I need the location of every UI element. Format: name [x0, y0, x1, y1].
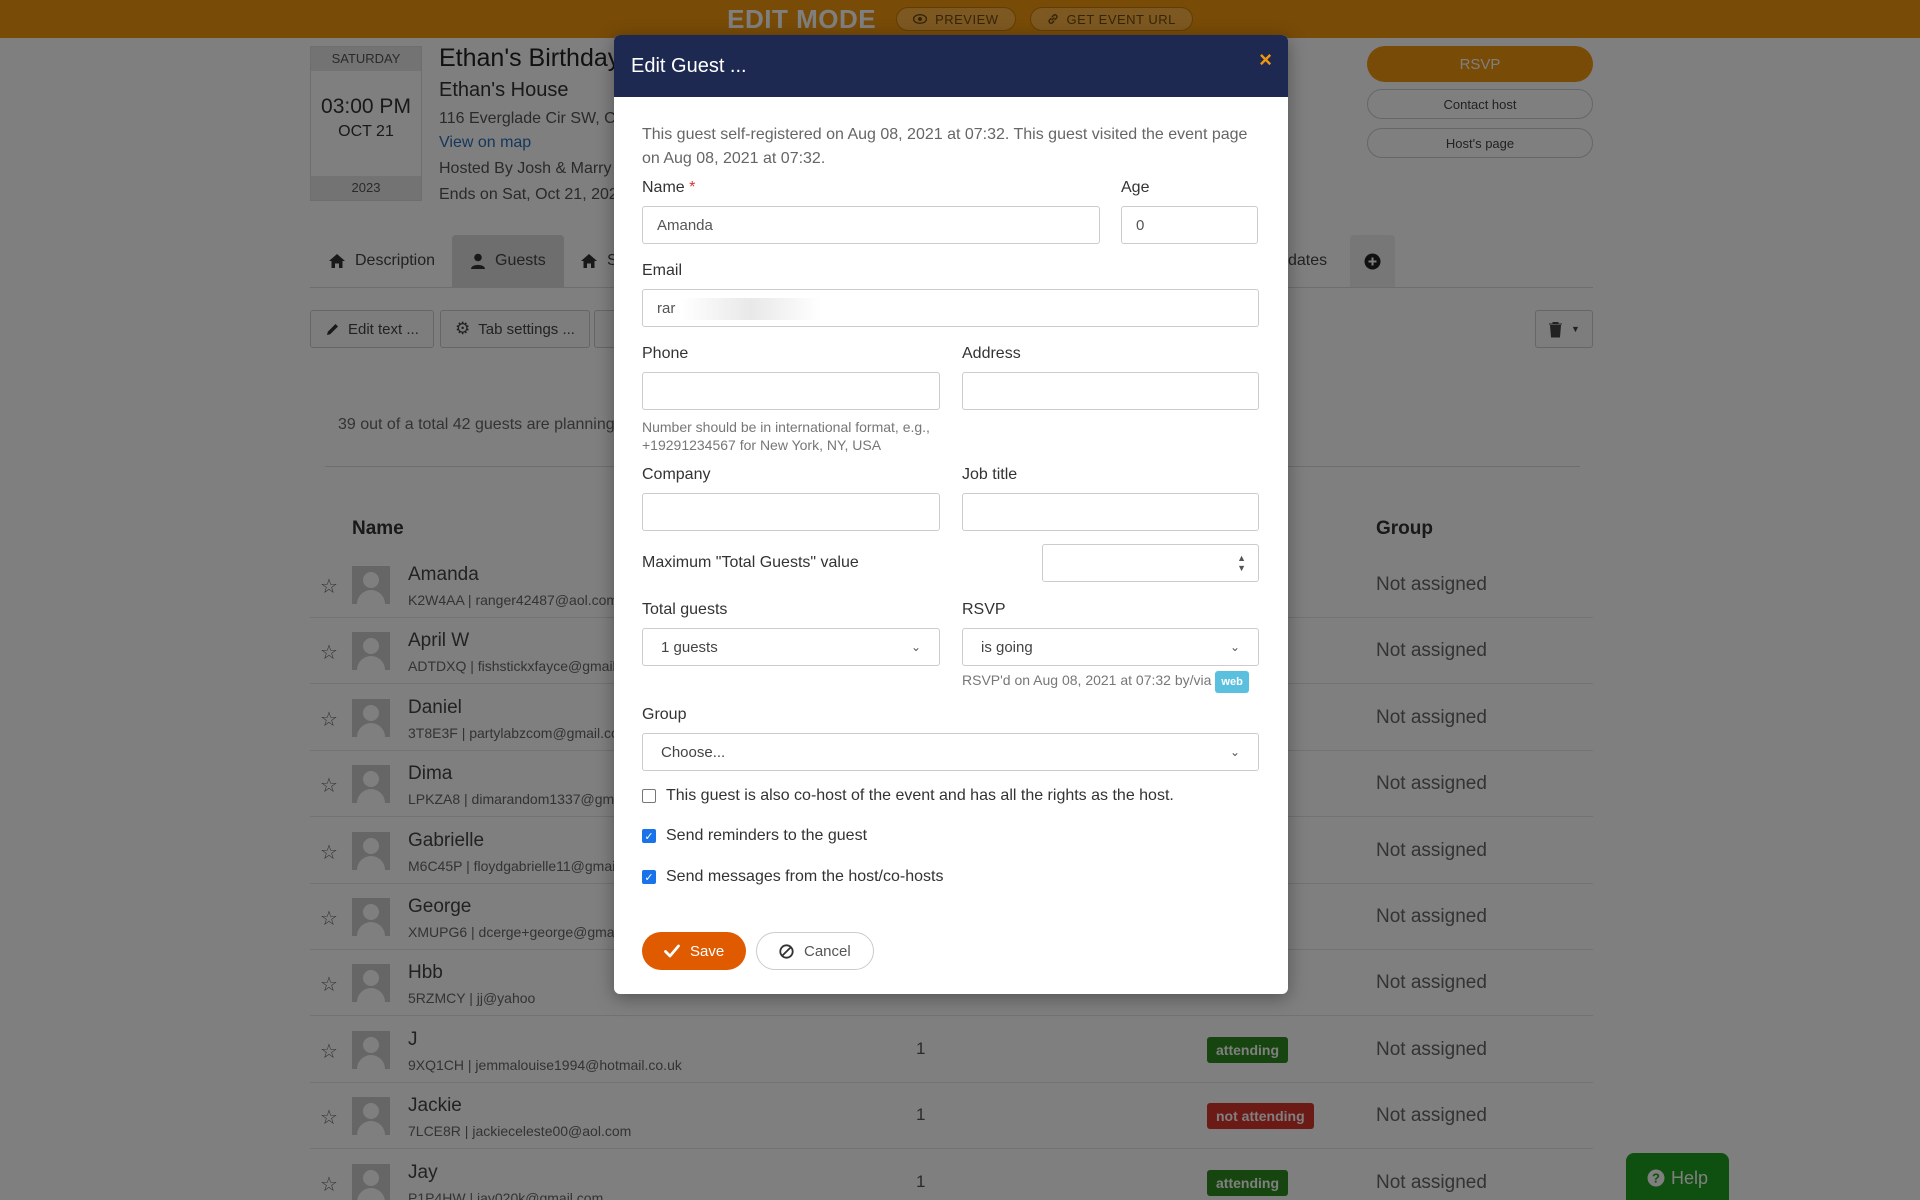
required-marker: * — [689, 179, 696, 196]
max-total-guests-label: Maximum "Total Guests" value — [642, 554, 859, 571]
job-title-input[interactable] — [962, 493, 1259, 531]
company-label: Company — [642, 466, 711, 483]
age-label: Age — [1121, 179, 1150, 196]
group-select[interactable]: Choose... ⌄ — [642, 733, 1259, 771]
messages-option[interactable]: ✓ Send messages from the host/co-hosts — [642, 868, 943, 886]
rsvp-label: RSVP — [962, 601, 1006, 618]
phone-hint: Number should be in international format… — [642, 419, 930, 453]
save-label: Save — [690, 942, 725, 960]
save-button[interactable]: Save — [642, 932, 747, 970]
cohost-checkbox[interactable] — [642, 789, 656, 803]
rsvp-note: RSVP'd on Aug 08, 2021 at 07:32 by/via we… — [962, 671, 1249, 693]
total-guests-label: Total guests — [642, 601, 728, 618]
messages-label: Send messages from the host/co-hosts — [666, 868, 944, 885]
address-label: Address — [962, 345, 1021, 362]
age-input[interactable]: 0 — [1121, 206, 1258, 244]
name-label-text: Name — [642, 179, 685, 196]
reminders-label: Send reminders to the guest — [666, 827, 868, 844]
company-input[interactable] — [642, 493, 940, 531]
check-icon — [664, 944, 680, 958]
rsvp-via-badge: web — [1215, 671, 1249, 693]
cancel-button[interactable]: Cancel — [756, 932, 874, 970]
phone-input[interactable] — [642, 372, 940, 410]
rsvp-note-text: RSVP'd on Aug 08, 2021 at 07:32 by/via — [962, 672, 1212, 688]
phone-label: Phone — [642, 345, 689, 362]
chevron-down-icon: ⌄ — [910, 640, 921, 654]
number-spinner-icon[interactable]: ▲ ▼ — [1237, 553, 1246, 573]
modal-header: Edit Guest ... × — [614, 35, 1288, 97]
group-value: Choose... — [661, 743, 726, 761]
edit-guest-modal: Edit Guest ... × This guest self-registe… — [614, 35, 1288, 994]
chevron-down-icon: ⌄ — [1229, 745, 1240, 759]
cohost-option[interactable]: This guest is also co-host of the event … — [642, 787, 1174, 805]
email-redaction — [681, 298, 821, 320]
total-guests-value: 1 guests — [661, 638, 718, 656]
email-value: rar — [657, 299, 676, 317]
group-label: Group — [642, 706, 687, 723]
rsvp-select[interactable]: is going ⌄ — [962, 628, 1259, 666]
rsvp-value: is going — [981, 638, 1033, 656]
close-icon[interactable]: × — [1259, 47, 1272, 73]
ban-icon — [779, 943, 794, 959]
messages-checkbox[interactable]: ✓ — [642, 870, 656, 884]
address-input[interactable] — [962, 372, 1259, 410]
name-label: Name * — [642, 179, 695, 197]
total-guests-select[interactable]: 1 guests ⌄ — [642, 628, 940, 666]
registration-note: This guest self-registered on Aug 08, 20… — [642, 126, 1248, 167]
name-input[interactable]: Amanda — [642, 206, 1100, 244]
reminders-option[interactable]: ✓ Send reminders to the guest — [642, 827, 867, 845]
email-label: Email — [642, 262, 683, 279]
chevron-down-icon: ⌄ — [1229, 640, 1240, 654]
email-input[interactable]: rar — [642, 289, 1259, 327]
job-title-label: Job title — [962, 466, 1018, 483]
cohost-label: This guest is also co-host of the event … — [666, 787, 1174, 804]
max-total-guests-input[interactable]: ▲ ▼ — [1042, 544, 1259, 582]
modal-title: Edit Guest ... — [631, 54, 747, 77]
reminders-checkbox[interactable]: ✓ — [642, 829, 656, 843]
cancel-label: Cancel — [804, 942, 851, 960]
